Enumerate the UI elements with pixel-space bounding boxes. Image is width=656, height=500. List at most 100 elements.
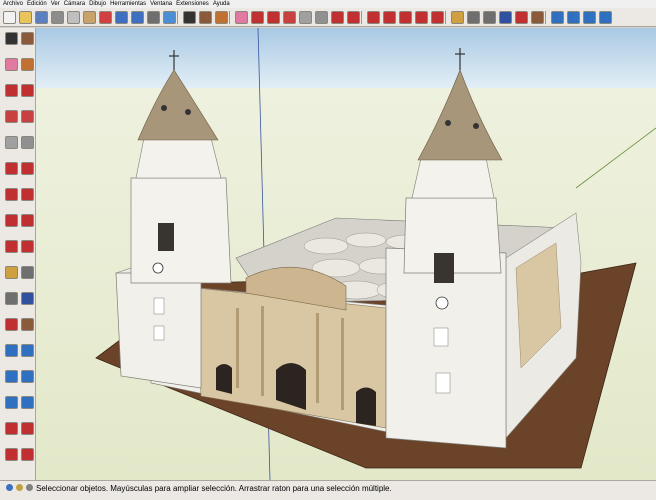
pan-icon[interactable] [21,344,34,357]
toolbar-separator [445,11,446,24]
cut-icon[interactable] [51,11,64,24]
zoom-window-icon[interactable] [21,370,34,383]
offset-icon[interactable] [431,11,444,24]
eraser-icon[interactable] [235,11,248,24]
right-clock [435,296,449,310]
toolbar-separator [229,11,230,24]
zoom-extents-icon[interactable] [599,11,612,24]
section-plane-icon[interactable] [21,448,34,461]
circle-icon[interactable] [5,136,18,149]
arc-icon[interactable] [267,11,280,24]
rotated-rectangle-icon[interactable] [21,110,34,123]
toolbar-separator [361,11,362,24]
eraser-icon[interactable] [5,58,18,71]
new-file-icon[interactable] [3,11,16,24]
text-icon[interactable] [499,11,512,24]
credits-icon[interactable] [16,484,23,491]
menu-item-herramientas[interactable]: Herramientas [110,0,146,8]
component-icon[interactable] [199,11,212,24]
menu-item-extensiones[interactable]: Extensiones [176,0,209,8]
rectangle-icon[interactable] [283,11,296,24]
pan-icon[interactable] [567,11,580,24]
position-camera-icon[interactable] [5,422,18,435]
menu-item-ver[interactable]: Ver [51,0,60,8]
polygon-icon[interactable] [21,136,34,149]
select-icon[interactable] [183,11,196,24]
line-icon[interactable] [5,84,18,97]
orbit-icon[interactable] [551,11,564,24]
save-icon[interactable] [35,11,48,24]
3d-text-icon[interactable] [531,11,544,24]
look-around-icon[interactable] [5,448,18,461]
3d-text-icon[interactable] [21,318,34,331]
menu-item-ayuda[interactable]: Ayuda [213,0,230,8]
arc-icon[interactable] [5,162,18,175]
zoom-icon[interactable] [5,370,18,383]
menu-item-cámara[interactable]: Cámara [64,0,85,8]
dimension-icon[interactable] [467,11,480,24]
toolbar-separator [545,11,546,24]
select-icon[interactable] [5,32,18,45]
copy-icon[interactable] [67,11,80,24]
undo-icon[interactable] [115,11,128,24]
protractor-icon[interactable] [483,11,496,24]
circle-icon[interactable] [299,11,312,24]
left-tower-upper [135,137,222,179]
paste-icon[interactable] [83,11,96,24]
freehand-icon[interactable] [331,11,344,24]
freehand-icon[interactable] [21,84,34,97]
component-icon[interactable] [21,32,34,45]
model-info-icon[interactable] [163,11,176,24]
open-file-icon[interactable] [19,11,32,24]
axes-icon[interactable] [515,11,528,24]
zoom-extents-icon[interactable] [5,396,18,409]
menu-item-edición[interactable]: Edición [27,0,47,8]
move-icon[interactable] [367,11,380,24]
pie-icon[interactable] [21,162,34,175]
status-bar: Seleccionar objetos. Mayúsculas para amp… [0,480,656,500]
dimension-icon[interactable] [21,266,34,279]
status-message: Seleccionar objetos. Mayúsculas para amp… [36,484,392,493]
paint-bucket-icon[interactable] [215,11,228,24]
scale-icon[interactable] [5,240,18,253]
3d-viewport[interactable] [36,28,656,480]
zoom-icon[interactable] [583,11,596,24]
menu-item-archivo[interactable]: Archivo [3,0,23,8]
orbit-icon[interactable] [5,344,18,357]
axes-icon[interactable] [5,318,18,331]
left-tower-belfry [130,177,232,284]
menu-item-ventana[interactable]: Ventana [150,0,172,8]
right-bell-window [434,253,454,283]
erase-icon[interactable] [99,11,112,24]
line-icon[interactable] [251,11,264,24]
user-icon[interactable] [26,484,33,491]
left-bell-window [158,223,174,251]
move-icon[interactable] [5,188,18,201]
polygon-icon[interactable] [315,11,328,24]
right-door [356,387,376,426]
rotate-icon[interactable] [383,11,396,24]
scale-icon[interactable] [415,11,428,24]
paint-bucket-icon[interactable] [21,58,34,71]
push-pull-icon[interactable] [21,188,34,201]
redo-icon[interactable] [131,11,144,24]
follow-me-icon[interactable] [399,11,412,24]
print-icon[interactable] [147,11,160,24]
offset-icon[interactable] [21,240,34,253]
walk-icon[interactable] [21,422,34,435]
text-icon[interactable] [21,292,34,305]
toolbar-separator [177,11,178,24]
menu-item-dibujo[interactable]: Dibujo [89,0,106,8]
tape-measure-icon[interactable] [5,266,18,279]
tape-measure-icon[interactable] [451,11,464,24]
follow-me-icon[interactable] [21,214,34,227]
rectangle-icon[interactable] [5,110,18,123]
sky [36,28,656,88]
rotate-icon[interactable] [5,214,18,227]
protractor-icon[interactable] [5,292,18,305]
right-tower-upper [411,157,495,199]
previous-view-icon[interactable] [21,396,34,409]
push-pull-icon[interactable] [347,11,360,24]
main-toolbar [0,8,656,27]
geo-location-icon[interactable] [6,484,13,491]
